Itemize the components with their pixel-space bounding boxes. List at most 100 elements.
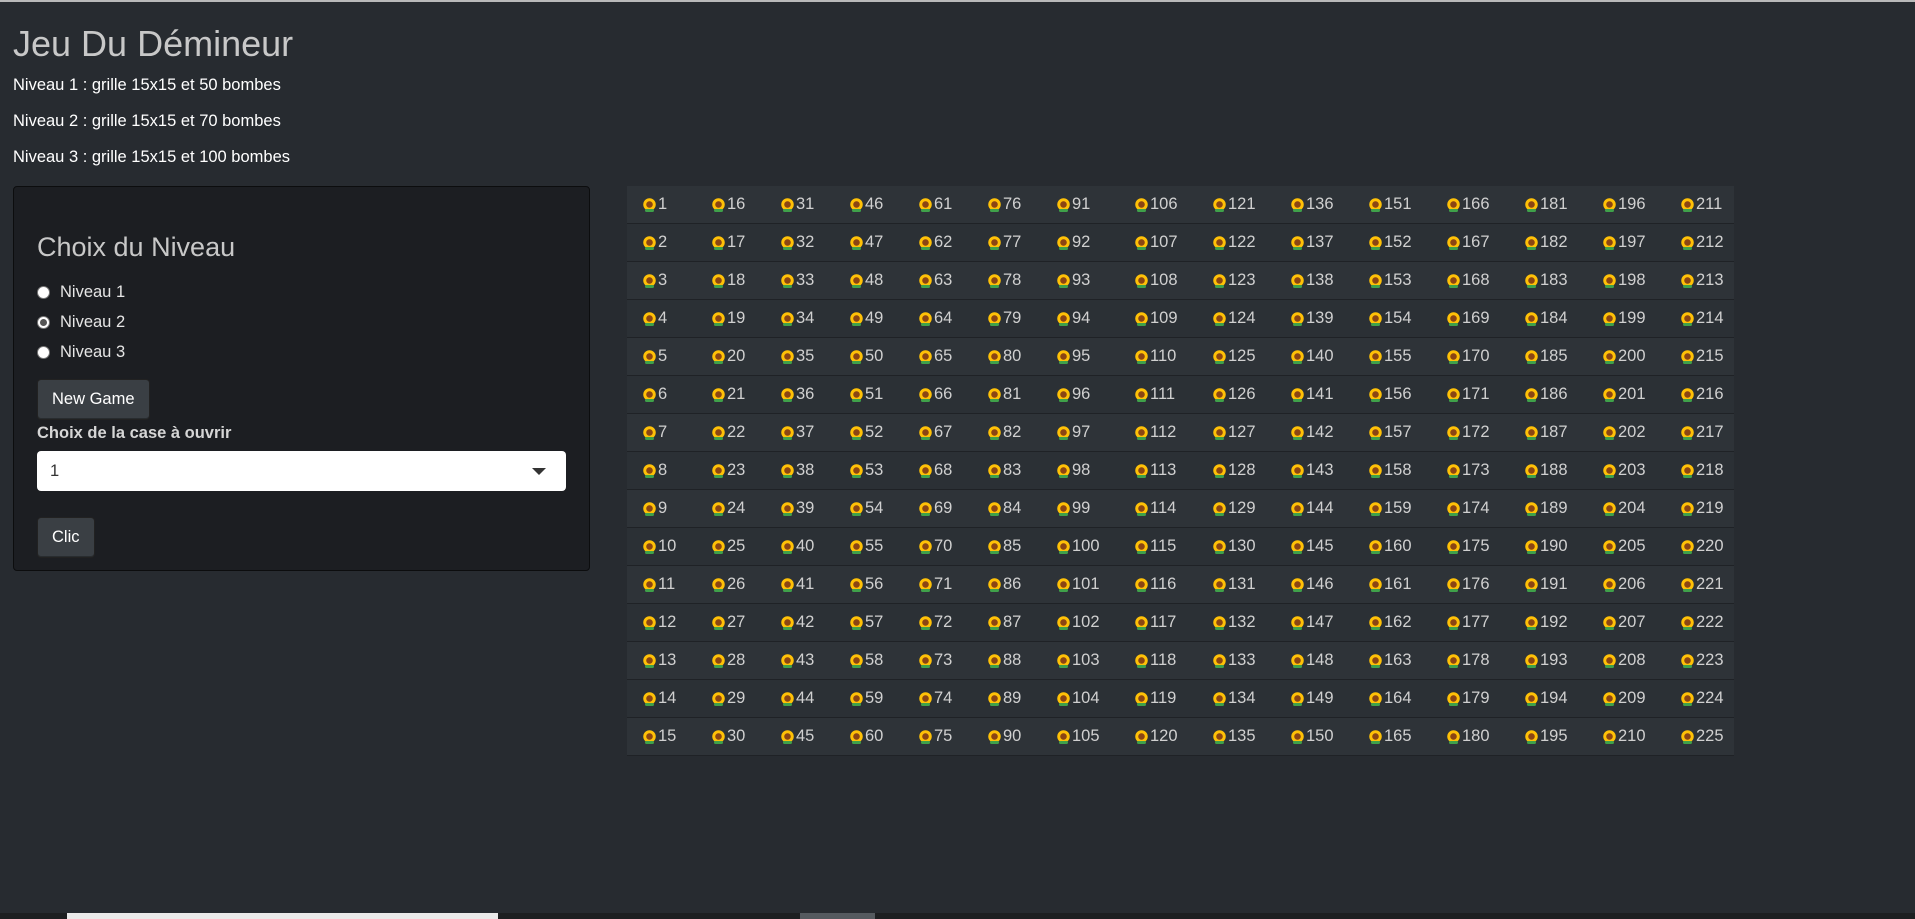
taskbar-item[interactable]	[67, 913, 498, 919]
grid-cell[interactable]: 88	[972, 651, 1041, 670]
grid-cell[interactable]: 173	[1431, 461, 1509, 480]
grid-cell[interactable]: 66	[903, 385, 972, 404]
grid-cell[interactable]: 156	[1353, 385, 1431, 404]
grid-cell[interactable]: 57	[834, 613, 903, 632]
grid-cell[interactable]: 181	[1509, 195, 1587, 214]
grid-cell[interactable]: 204	[1587, 499, 1665, 518]
grid-cell[interactable]: 94	[1041, 309, 1119, 328]
grid-cell[interactable]: 197	[1587, 233, 1665, 252]
grid-cell[interactable]: 170	[1431, 347, 1509, 366]
grid-cell[interactable]: 35	[765, 347, 834, 366]
grid-cell[interactable]: 208	[1587, 651, 1665, 670]
grid-cell[interactable]: 29	[696, 689, 765, 708]
grid-cell[interactable]: 125	[1197, 347, 1275, 366]
grid-cell[interactable]: 9	[627, 499, 696, 518]
grid-cell[interactable]: 97	[1041, 423, 1119, 442]
grid-cell[interactable]: 38	[765, 461, 834, 480]
grid-cell[interactable]: 166	[1431, 195, 1509, 214]
grid-cell[interactable]: 86	[972, 575, 1041, 594]
grid-cell[interactable]: 2	[627, 233, 696, 252]
grid-cell[interactable]: 110	[1119, 347, 1197, 366]
grid-cell[interactable]: 160	[1353, 537, 1431, 556]
grid-cell[interactable]: 217	[1665, 423, 1734, 442]
clic-button[interactable]: Clic	[37, 517, 95, 558]
grid-cell[interactable]: 98	[1041, 461, 1119, 480]
grid-cell[interactable]: 62	[903, 233, 972, 252]
grid-cell[interactable]: 96	[1041, 385, 1119, 404]
grid-cell[interactable]: 87	[972, 613, 1041, 632]
grid-cell[interactable]: 191	[1509, 575, 1587, 594]
grid-cell[interactable]: 10	[627, 537, 696, 556]
grid-cell[interactable]: 106	[1119, 195, 1197, 214]
grid-cell[interactable]: 61	[903, 195, 972, 214]
grid-cell[interactable]: 172	[1431, 423, 1509, 442]
grid-cell[interactable]: 20	[696, 347, 765, 366]
grid-cell[interactable]: 17	[696, 233, 765, 252]
grid-cell[interactable]: 115	[1119, 537, 1197, 556]
grid-cell[interactable]: 99	[1041, 499, 1119, 518]
grid-cell[interactable]: 89	[972, 689, 1041, 708]
grid-cell[interactable]: 82	[972, 423, 1041, 442]
grid-cell[interactable]: 151	[1353, 195, 1431, 214]
grid-cell[interactable]: 154	[1353, 309, 1431, 328]
grid-cell[interactable]: 157	[1353, 423, 1431, 442]
grid-cell[interactable]: 58	[834, 651, 903, 670]
grid-cell[interactable]: 36	[765, 385, 834, 404]
grid-cell[interactable]: 6	[627, 385, 696, 404]
grid-cell[interactable]: 186	[1509, 385, 1587, 404]
grid-cell[interactable]: 13	[627, 651, 696, 670]
grid-cell[interactable]: 79	[972, 309, 1041, 328]
grid-cell[interactable]: 149	[1275, 689, 1353, 708]
grid-cell[interactable]: 53	[834, 461, 903, 480]
grid-cell[interactable]: 108	[1119, 271, 1197, 290]
grid-cell[interactable]: 140	[1275, 347, 1353, 366]
grid-cell[interactable]: 84	[972, 499, 1041, 518]
grid-cell[interactable]: 158	[1353, 461, 1431, 480]
grid-cell[interactable]: 164	[1353, 689, 1431, 708]
grid-cell[interactable]: 198	[1587, 271, 1665, 290]
grid-cell[interactable]: 39	[765, 499, 834, 518]
grid-cell[interactable]: 150	[1275, 727, 1353, 746]
grid-cell[interactable]: 105	[1041, 727, 1119, 746]
grid-cell[interactable]: 180	[1431, 727, 1509, 746]
grid-cell[interactable]: 102	[1041, 613, 1119, 632]
grid-cell[interactable]: 51	[834, 385, 903, 404]
grid-cell[interactable]: 189	[1509, 499, 1587, 518]
grid-cell[interactable]: 74	[903, 689, 972, 708]
grid-cell[interactable]: 148	[1275, 651, 1353, 670]
grid-cell[interactable]: 76	[972, 195, 1041, 214]
taskbar-item[interactable]	[800, 913, 875, 919]
grid-cell[interactable]: 19	[696, 309, 765, 328]
grid-cell[interactable]: 47	[834, 233, 903, 252]
grid-cell[interactable]: 128	[1197, 461, 1275, 480]
grid-cell[interactable]: 141	[1275, 385, 1353, 404]
grid-cell[interactable]: 90	[972, 727, 1041, 746]
grid-cell[interactable]: 95	[1041, 347, 1119, 366]
grid-cell[interactable]: 7	[627, 423, 696, 442]
grid-cell[interactable]: 52	[834, 423, 903, 442]
grid-cell[interactable]: 214	[1665, 309, 1734, 328]
grid-cell[interactable]: 177	[1431, 613, 1509, 632]
grid-cell[interactable]: 15	[627, 727, 696, 746]
grid-cell[interactable]: 54	[834, 499, 903, 518]
grid-cell[interactable]: 34	[765, 309, 834, 328]
grid-cell[interactable]: 111	[1119, 385, 1197, 404]
grid-cell[interactable]: 120	[1119, 727, 1197, 746]
grid-cell[interactable]: 139	[1275, 309, 1353, 328]
grid-cell[interactable]: 31	[765, 195, 834, 214]
grid-cell[interactable]: 23	[696, 461, 765, 480]
grid-cell[interactable]: 48	[834, 271, 903, 290]
grid-cell[interactable]: 132	[1197, 613, 1275, 632]
grid-cell[interactable]: 33	[765, 271, 834, 290]
chevron-down-icon[interactable]	[532, 468, 546, 475]
grid-cell[interactable]: 145	[1275, 537, 1353, 556]
grid-cell[interactable]: 8	[627, 461, 696, 480]
grid-cell[interactable]: 112	[1119, 423, 1197, 442]
grid-cell[interactable]: 78	[972, 271, 1041, 290]
radio-button[interactable]	[37, 345, 50, 359]
grid-cell[interactable]: 26	[696, 575, 765, 594]
grid-cell[interactable]: 221	[1665, 575, 1734, 594]
grid-cell[interactable]: 80	[972, 347, 1041, 366]
grid-cell[interactable]: 109	[1119, 309, 1197, 328]
grid-cell[interactable]: 101	[1041, 575, 1119, 594]
